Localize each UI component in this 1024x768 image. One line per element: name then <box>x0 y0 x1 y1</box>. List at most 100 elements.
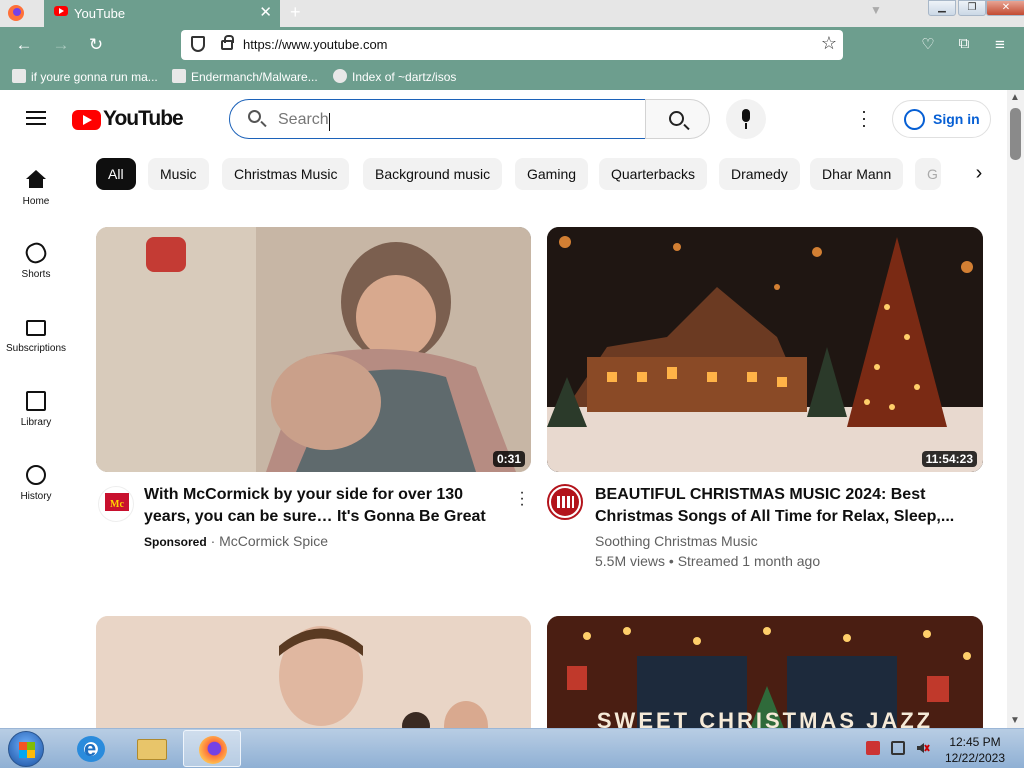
video-thumbnail[interactable]: 11:54:23 <box>547 227 983 472</box>
bookmark-favicon-icon <box>12 69 26 83</box>
nav-subscriptions[interactable]: Subscriptions <box>0 317 72 387</box>
bookmark-item[interactable]: Index of ~dartz/isos <box>333 69 456 84</box>
nav-library-label: Library <box>20 417 52 428</box>
video-duration: 0:31 <box>492 451 525 467</box>
folder-icon <box>137 739 167 760</box>
sign-in-button[interactable]: Sign in <box>892 100 991 138</box>
bookmark-item[interactable]: if youre gonna run ma... <box>12 69 158 84</box>
chevron-right-icon[interactable]: › <box>963 158 995 190</box>
youtube-play-icon <box>72 110 101 130</box>
search-button[interactable] <box>645 99 710 139</box>
video-thumbnail[interactable]: 0:31 <box>96 227 531 472</box>
action-center-flag-icon[interactable] <box>866 741 880 755</box>
thumbnail-overlay-text: SWEET CHRISTMAS JAZZ <box>597 708 933 728</box>
channel-name[interactable]: Soothing Christmas Music <box>595 533 758 549</box>
video-more-icon[interactable]: · · · <box>518 485 526 513</box>
thumbnail-image: SWEET CHRISTMAS JAZZ <box>547 616 983 728</box>
list-all-tabs-icon[interactable]: ▼ <box>870 3 882 17</box>
chip-quarterbacks[interactable]: Quarterbacks <box>599 158 708 190</box>
taskbar-file-explorer[interactable] <box>122 730 180 767</box>
page-scrollbar[interactable]: ▲ ▼ <box>1007 90 1024 728</box>
shorts-icon <box>22 239 50 267</box>
voice-search-button[interactable] <box>726 99 766 139</box>
forward-arrow-icon[interactable]: → <box>50 35 72 55</box>
channel-avatar[interactable] <box>547 484 583 520</box>
svg-text:Mc: Mc <box>110 499 124 510</box>
firefox-icon[interactable] <box>6 4 28 22</box>
microphone-stand <box>745 123 747 129</box>
scroll-down-icon[interactable]: ▼ <box>1010 715 1020 726</box>
video-title[interactable]: BEAUTIFUL CHRISTMAS MUSIC 2024: Best Chr… <box>595 484 965 528</box>
search-icon <box>669 111 684 126</box>
youtube-favicon-icon <box>54 6 68 16</box>
browser-navigation-bar: ← → ↻ https://www.youtube.com ☆ ♡ ⧉ ≡ <box>0 27 1024 64</box>
extensions-icon[interactable]: ⧉ <box>953 35 975 52</box>
window-close-button[interactable]: ✕ <box>986 0 1024 16</box>
nav-history[interactable]: History <box>0 465 72 535</box>
scroll-up-icon[interactable]: ▲ <box>1010 92 1020 103</box>
youtube-page: YouTube Search · · · Sign in Home Shorts S… <box>0 90 1024 728</box>
bookmark-item[interactable]: Endermanch/Malware... <box>172 69 318 84</box>
taskbar-firefox[interactable] <box>183 730 241 767</box>
clock-date: 12/22/2023 <box>944 751 1006 765</box>
chip-all[interactable]: All <box>96 158 136 190</box>
sign-in-label: Sign in <box>933 111 980 127</box>
bookmark-star-icon[interactable]: ☆ <box>821 33 837 54</box>
settings-more-icon[interactable]: · · · <box>856 102 872 134</box>
network-icon[interactable] <box>891 741 905 755</box>
meta-separator: · <box>210 533 220 549</box>
nav-shorts-label: Shorts <box>21 269 51 280</box>
minimize-button[interactable]: ▁ <box>928 0 956 16</box>
globe-icon <box>333 69 347 83</box>
channel-avatar[interactable]: Mc <box>98 486 134 522</box>
scrollbar-thumb[interactable] <box>1010 108 1021 160</box>
back-arrow-icon[interactable]: ← <box>13 35 35 55</box>
thumbnail-image <box>96 227 531 472</box>
new-tab-button[interactable]: + <box>290 2 301 23</box>
browser-tab[interactable]: YouTube ✕ <box>44 0 280 27</box>
browser-tab-strip: YouTube ✕ + ▼ ▁ ❐ ✕ <box>0 0 1024 27</box>
windows-taskbar: 12:45 PM 12/22/2023 <box>0 728 1024 768</box>
system-clock[interactable]: 12:45 PM 12/22/2023 <box>940 734 1010 766</box>
search-placeholder: Search <box>278 111 329 128</box>
app-menu-icon[interactable]: ≡ <box>989 35 1011 55</box>
nav-home[interactable]: Home <box>0 170 72 240</box>
logo-text: YouTube <box>103 107 184 130</box>
internet-explorer-icon <box>77 736 105 762</box>
volume-muted-icon[interactable] <box>916 741 930 755</box>
home-icon-body <box>29 178 43 188</box>
chip-gaming[interactable]: Gaming <box>515 158 589 190</box>
search-input[interactable]: Search <box>229 99 646 139</box>
pocket-icon[interactable]: ♡ <box>917 35 939 53</box>
video-thumbnail[interactable]: SWEET CHRISTMAS JAZZ <box>547 616 983 728</box>
url-text[interactable]: https://www.youtube.com <box>243 37 388 52</box>
chip-dhar-mann[interactable]: Dhar Mann <box>810 158 904 190</box>
bookmarks-toolbar: if youre gonna run ma... Endermanch/Malw… <box>0 64 1024 90</box>
chip-christmas-music[interactable]: Christmas Music <box>222 158 350 190</box>
video-title[interactable]: With McCormick by your side for over 130… <box>144 484 504 528</box>
reload-icon[interactable]: ↻ <box>85 35 107 55</box>
video-thumbnail[interactable] <box>96 616 531 728</box>
library-icon <box>26 391 46 411</box>
chip-overflow[interactable]: G <box>915 158 941 190</box>
nav-library[interactable]: Library <box>0 391 72 461</box>
address-bar[interactable]: https://www.youtube.com ☆ <box>181 30 843 60</box>
chip-dramedy[interactable]: Dramedy <box>719 158 800 190</box>
tab-title: YouTube <box>74 6 126 21</box>
taskbar-internet-explorer[interactable] <box>62 730 120 767</box>
start-button[interactable] <box>8 731 44 767</box>
clock-time: 12:45 PM <box>949 735 1001 749</box>
video-channel-meta: Sponsored · McCormick Spice <box>144 533 328 549</box>
tab-close-button[interactable]: ✕ <box>259 3 272 21</box>
search-icon <box>248 110 261 123</box>
nav-shorts[interactable]: Shorts <box>0 239 72 313</box>
tracking-protection-shield-icon[interactable] <box>191 36 205 52</box>
video-stats: 5.5M views • Streamed 1 month ago <box>595 553 821 569</box>
secure-lock-icon[interactable] <box>221 35 234 50</box>
chip-music[interactable]: Music <box>148 158 209 190</box>
guide-menu-icon[interactable] <box>26 111 46 125</box>
chip-background-music[interactable]: Background music <box>363 158 503 190</box>
sponsored-badge: Sponsored <box>144 535 207 549</box>
channel-name[interactable]: McCormick Spice <box>219 533 328 549</box>
restore-button[interactable]: ❐ <box>958 0 986 16</box>
